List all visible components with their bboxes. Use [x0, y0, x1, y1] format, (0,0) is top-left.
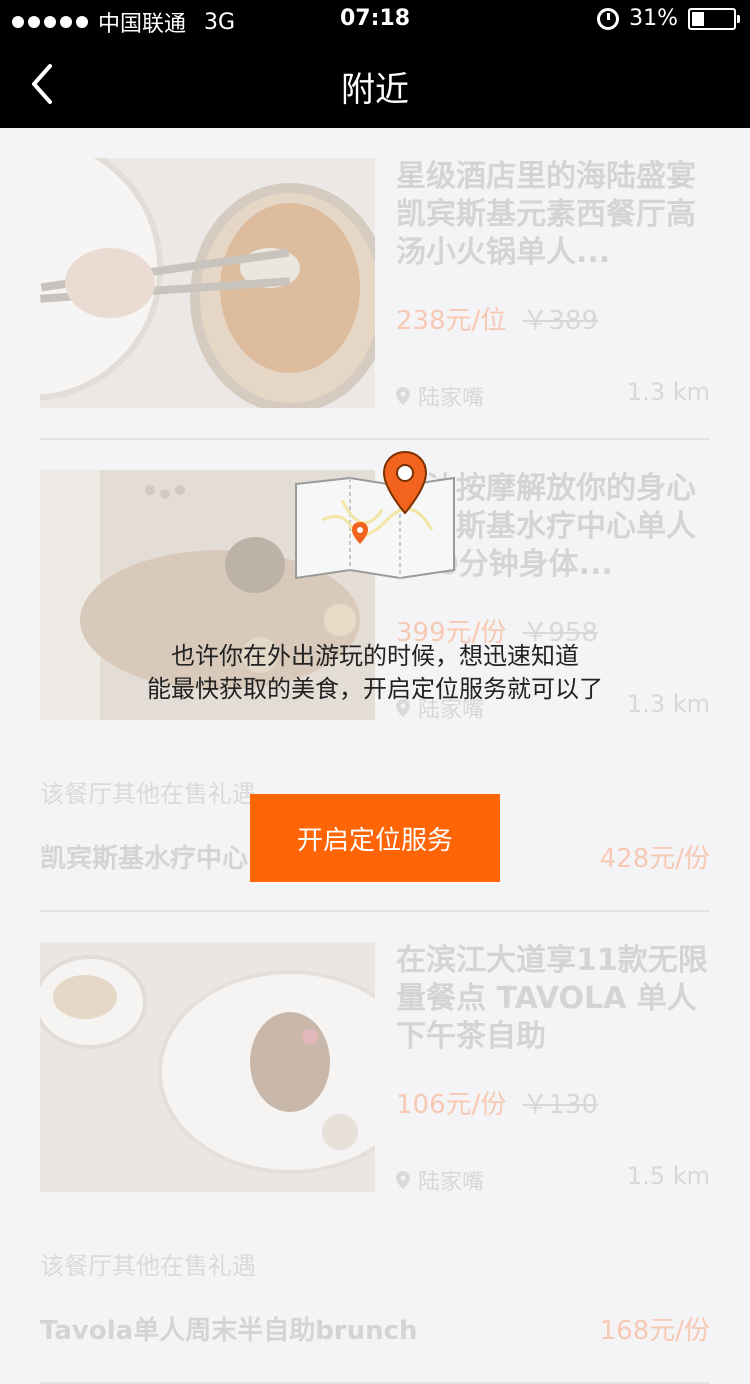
other-offer-price: 428元/份	[599, 844, 710, 874]
nearby-deal-list: 星级酒店里的海陆盛宴 凯宾斯基元素西餐厅高汤小火锅单人... 238元/位 ￥38…	[0, 128, 750, 1384]
status-bar: 中国联通 3G 07:18 31%	[0, 0, 750, 40]
other-offer-name: 凯宾斯基水疗中心...	[40, 844, 278, 874]
enable-location-button[interactable]: 开启定位服务	[250, 794, 500, 882]
alarm-icon	[597, 7, 620, 30]
deal-location: 陆家嘴	[396, 380, 484, 412]
deal-thumbnail-image	[40, 158, 375, 408]
deal-thumbnail-image	[40, 942, 375, 1192]
other-offer-header: 该餐厅其他在售礼遇	[40, 1252, 256, 1280]
deal-price: 106元/份 ￥130	[396, 1090, 599, 1120]
message-line-1: 也许你在外出游玩的时候，想迅速知道	[171, 642, 579, 670]
other-offer[interactable]: 该餐厅其他在售礼遇 Tavola单人周末半自助brunch 168元/份	[0, 1224, 750, 1384]
deal-distance: 1.5 km	[626, 1162, 710, 1190]
other-offer-header: 该餐厅其他在售礼遇	[40, 780, 256, 808]
location-pin-icon	[396, 387, 410, 405]
deal-location: 陆家嘴	[396, 1164, 484, 1196]
message-line-2: 能最快获取的美食，开启定位服务就可以了	[147, 675, 603, 703]
deal-title: 星级酒店里的海陆盛宴 凯宾斯基元素西餐厅高汤小火锅单人...	[396, 159, 696, 270]
deal-card[interactable]: 星级酒店里的海陆盛宴 凯宾斯基元素西餐厅高汤小火锅单人... 238元/位 ￥38…	[0, 128, 750, 440]
deal-title: 在滨江大道享11款无限量餐点 TAVOLA 单人下午茶自助	[396, 943, 708, 1054]
deal-card[interactable]: 在滨江大道享11款无限量餐点 TAVOLA 单人下午茶自助 106元/份 ￥130…	[0, 912, 750, 1224]
deal-price: 238元/位 ￥389	[396, 306, 599, 336]
page-title: 附近	[341, 70, 409, 110]
battery-percent: 31%	[629, 6, 678, 31]
deal-original-price: ￥130	[522, 1090, 599, 1120]
location-permission-message: 也许你在外出游玩的时候，想迅速知道 能最快获取的美食，开启定位服务就可以了	[0, 640, 750, 706]
other-offer-price: 168元/份	[599, 1316, 710, 1346]
battery-icon	[688, 7, 740, 30]
other-offer-name: Tavola单人周末半自助brunch	[40, 1316, 418, 1346]
navigation-bar: 附近	[0, 40, 750, 128]
deal-original-price: ￥389	[522, 306, 599, 336]
folded-map-location-icon	[295, 450, 455, 580]
deal-distance: 1.3 km	[626, 378, 710, 406]
location-pin-icon	[396, 1171, 410, 1189]
